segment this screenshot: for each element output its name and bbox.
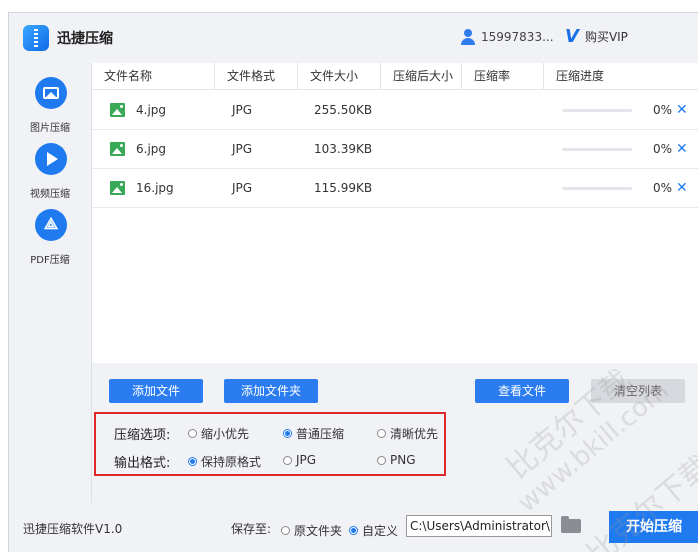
close-icon[interactable]: ✕ <box>676 169 688 208</box>
radio-format-png[interactable]: PNG <box>377 453 416 467</box>
sidebar-item-pdf-compress[interactable]: ⟁ PDF压缩 <box>9 209 91 271</box>
sidebar-item-label: 视频压缩 <box>30 189 70 200</box>
progress-bar <box>562 187 632 190</box>
radio-compress-clear[interactable]: 清晰优先 <box>377 425 438 442</box>
file-name: 4.jpg <box>136 103 167 117</box>
progress-percent: 0% <box>652 181 672 195</box>
file-name: 16.jpg <box>136 181 174 195</box>
folder-icon[interactable] <box>561 516 581 533</box>
user-phone: 15997833... <box>481 30 554 44</box>
footer-bar: 迅捷压缩软件V1.0 保存至: 原文件夹 自定义 开始压缩 <box>9 503 698 552</box>
clear-list-button[interactable]: 清空列表 <box>591 379 685 403</box>
column-header-name[interactable]: 文件名称 <box>92 63 215 90</box>
view-files-button[interactable]: 查看文件 <box>475 379 569 403</box>
vip-label: 购买VIP <box>584 30 628 44</box>
radio-save-original-folder[interactable]: 原文件夹 <box>281 522 342 539</box>
radio-dot <box>377 429 386 438</box>
radio-compress-normal[interactable]: 普通压缩 <box>283 425 344 442</box>
file-size: 103.39KB <box>314 142 373 156</box>
column-header-ratio[interactable]: 压缩率 <box>462 63 544 90</box>
progress-percent: 0% <box>652 142 672 156</box>
buy-vip-button[interactable]: V 购买VIP <box>565 25 628 47</box>
radio-dot <box>188 429 197 438</box>
column-header-format[interactable]: 文件格式 <box>215 63 298 90</box>
table-row[interactable]: 16.jpg JPG 115.99KB 0% ✕ <box>92 169 698 208</box>
app-window: 迅捷压缩 15997833... V 购买VIP 图片压缩 视频压缩 ⟁ PDF… <box>8 12 698 552</box>
compress-options-label: 压缩选项: <box>114 428 171 443</box>
file-name: 6.jpg <box>136 142 167 156</box>
table-row[interactable]: 4.jpg JPG 255.50KB 0% ✕ <box>92 91 698 130</box>
sidebar-item-video-compress[interactable]: 视频压缩 <box>9 143 91 205</box>
save-path-input[interactable] <box>406 515 552 537</box>
start-compress-button[interactable]: 开始压缩 <box>609 511 698 543</box>
radio-dot <box>188 457 197 466</box>
image-file-icon <box>110 142 125 156</box>
file-format: JPG <box>232 142 253 156</box>
radio-dot <box>377 455 386 465</box>
radio-dot <box>283 455 292 465</box>
progress-bar <box>562 109 632 112</box>
radio-dot <box>281 526 290 535</box>
file-list-panel: 文件名称 文件格式 文件大小 压缩后大小 压缩率 压缩进度 4.jpg JPG … <box>91 63 698 503</box>
user-account[interactable]: 15997833... <box>461 29 554 45</box>
save-to-label: 保存至: <box>231 522 272 536</box>
compression-options-panel: 压缩选项: 缩小优先 普通压缩 清晰优先 输出格式: 保持原格式 JPG PNG <box>94 412 446 476</box>
vip-icon: V <box>565 25 579 47</box>
output-format-label: 输出格式: <box>114 456 171 471</box>
progress-percent: 0% <box>652 103 672 117</box>
file-format: JPG <box>232 103 253 117</box>
close-icon[interactable]: ✕ <box>676 130 688 169</box>
image-icon <box>35 77 67 109</box>
radio-compress-small[interactable]: 缩小优先 <box>188 425 249 442</box>
add-folder-button[interactable]: 添加文件夹 <box>224 379 318 403</box>
user-icon <box>461 29 475 45</box>
pdf-icon: ⟁ <box>35 209 67 241</box>
table-header: 文件名称 文件格式 文件大小 压缩后大小 压缩率 压缩进度 <box>92 63 698 90</box>
radio-format-jpg[interactable]: JPG <box>283 453 316 467</box>
app-logo-icon <box>23 25 49 51</box>
file-size: 115.99KB <box>314 181 373 195</box>
file-format: JPG <box>232 181 253 195</box>
image-file-icon <box>110 181 125 195</box>
sidebar-item-image-compress[interactable]: 图片压缩 <box>9 77 91 139</box>
column-header-size[interactable]: 文件大小 <box>298 63 381 90</box>
sidebar-item-label: 图片压缩 <box>30 123 70 134</box>
sidebar-item-label: PDF压缩 <box>30 255 70 266</box>
version-label: 迅捷压缩软件V1.0 <box>23 522 123 536</box>
sidebar: 图片压缩 视频压缩 ⟁ PDF压缩 <box>9 63 91 503</box>
radio-save-custom[interactable]: 自定义 <box>349 522 398 539</box>
column-header-compressed-size[interactable]: 压缩后大小 <box>381 63 462 90</box>
file-size: 255.50KB <box>314 103 373 117</box>
app-title: 迅捷压缩 <box>57 31 113 47</box>
radio-dot <box>283 429 292 438</box>
radio-dot <box>349 526 358 535</box>
radio-format-original[interactable]: 保持原格式 <box>188 453 261 470</box>
image-file-icon <box>110 103 125 117</box>
close-icon[interactable]: ✕ <box>676 91 688 130</box>
add-file-button[interactable]: 添加文件 <box>109 379 203 403</box>
play-icon <box>35 143 67 175</box>
title-bar: 迅捷压缩 15997833... V 购买VIP <box>9 13 698 63</box>
progress-bar <box>562 148 632 151</box>
table-row[interactable]: 6.jpg JPG 103.39KB 0% ✕ <box>92 130 698 169</box>
column-header-progress[interactable]: 压缩进度 <box>544 63 698 90</box>
